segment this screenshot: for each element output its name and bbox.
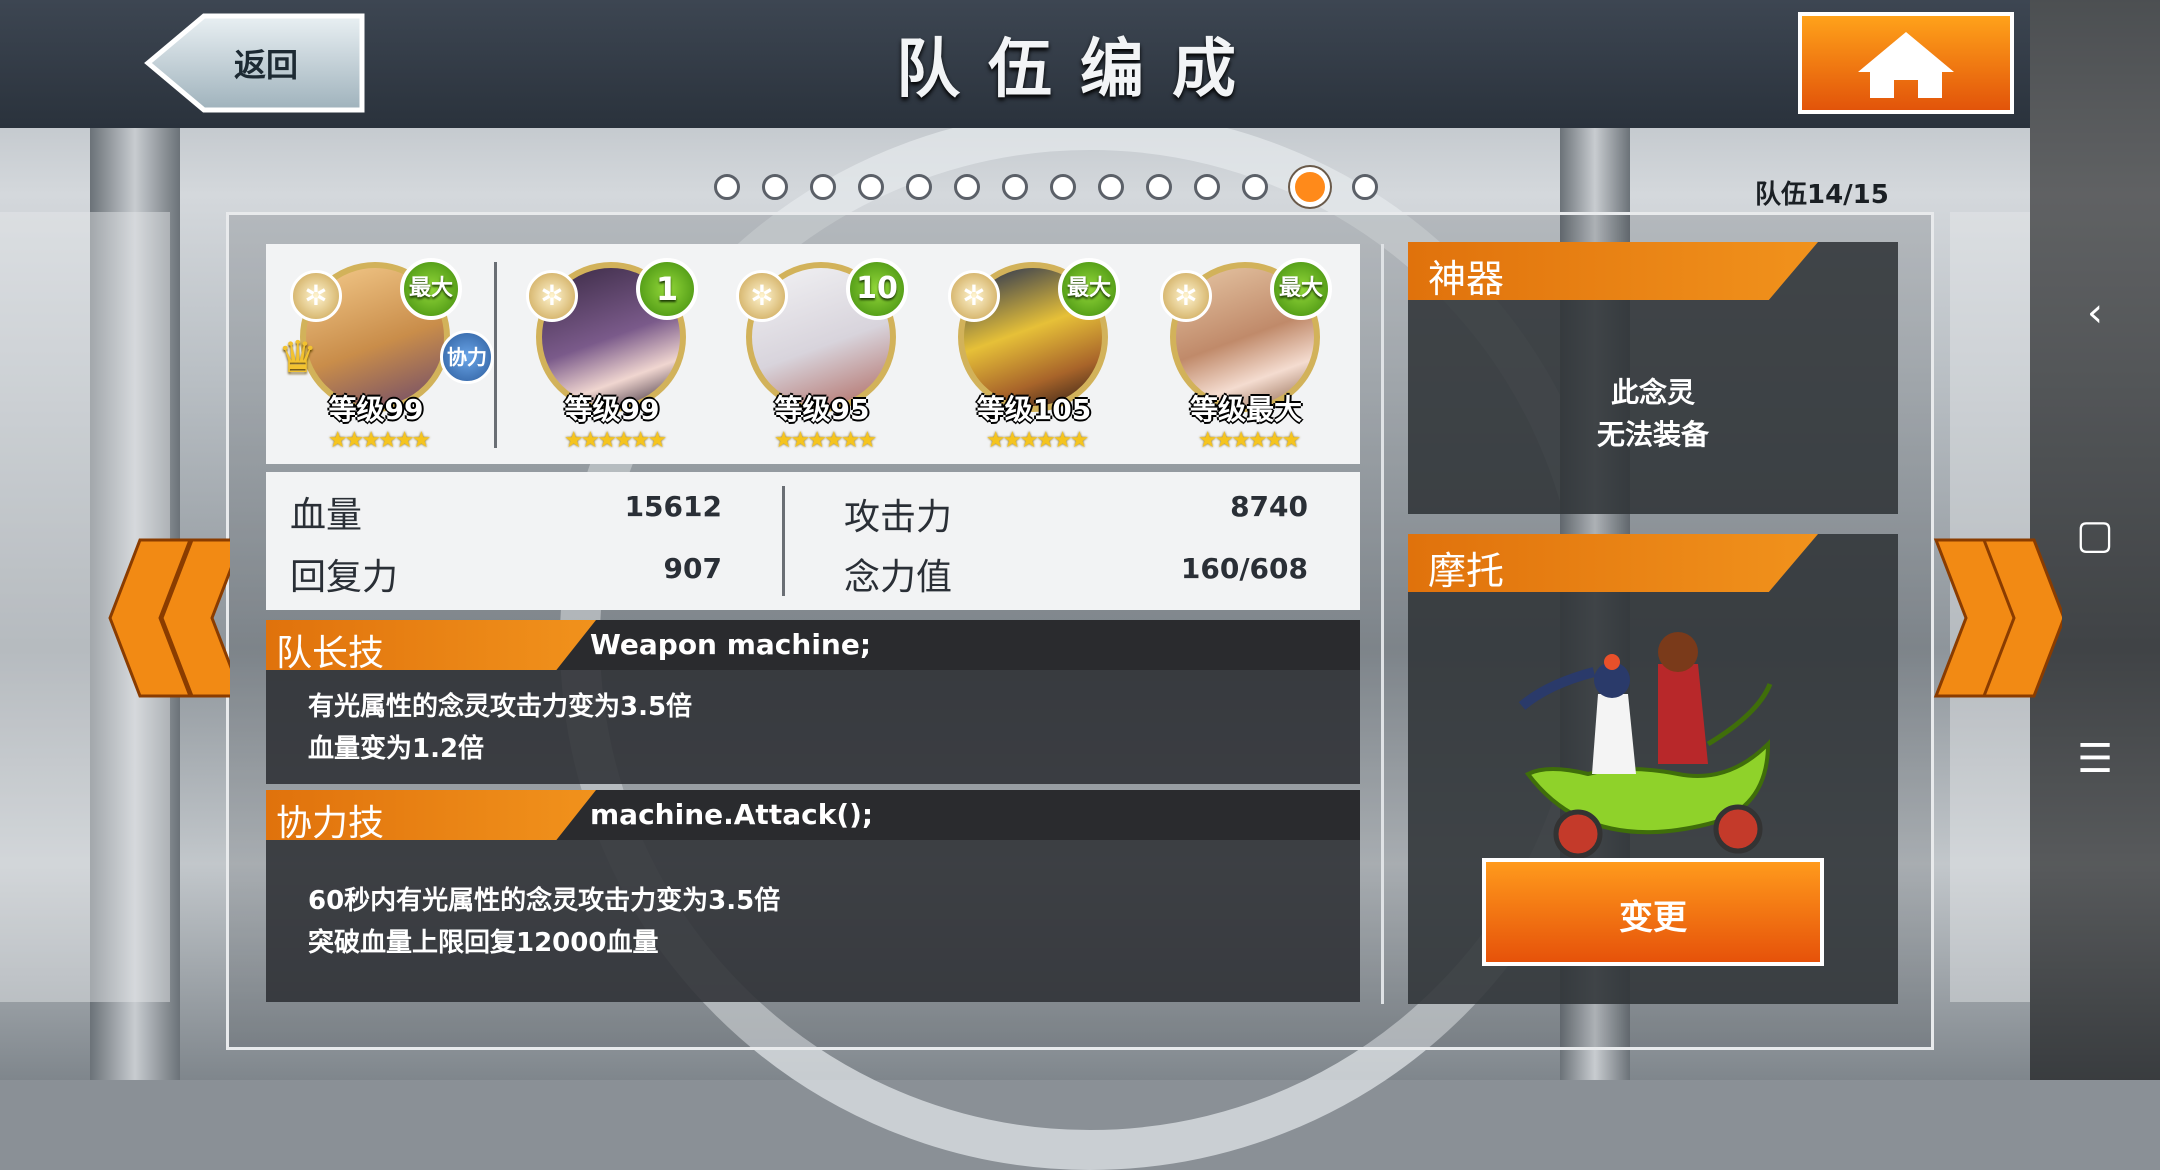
coop-skill-desc-1: 60秒内有光属性的念灵攻击力变为3.5倍 bbox=[308, 886, 781, 916]
next-team-arrow[interactable] bbox=[1932, 536, 2062, 700]
leader-divider bbox=[494, 262, 497, 448]
attribute-icon: ✲ bbox=[1160, 270, 1212, 322]
recovery-value: 907 bbox=[663, 552, 722, 585]
skill-tag: 队长技 bbox=[266, 620, 596, 670]
page-dot[interactable] bbox=[1098, 174, 1124, 200]
artifact-msg-line2: 无法装备 bbox=[1596, 418, 1709, 451]
page-dot[interactable] bbox=[906, 174, 932, 200]
nav-back-icon[interactable]: ‹ bbox=[2030, 290, 2160, 336]
back-label: 返回 bbox=[234, 46, 299, 84]
page-dot[interactable] bbox=[954, 174, 980, 200]
team-page-dots bbox=[714, 167, 1378, 207]
motorcycle-illustration bbox=[1518, 632, 1773, 859]
attack-value: 8740 bbox=[1230, 490, 1308, 523]
page-dot[interactable] bbox=[1194, 174, 1220, 200]
change-label: 变更 bbox=[1619, 898, 1687, 938]
attribute-icon: ✲ bbox=[526, 270, 578, 322]
skill-header: 队长技 Weapon machine; bbox=[266, 620, 1360, 670]
panel-divider bbox=[1381, 244, 1384, 1004]
artifact-title: 神器 bbox=[1428, 257, 1505, 301]
hp-label: 血量 bbox=[290, 495, 363, 536]
attribute-icon: ✲ bbox=[290, 270, 342, 322]
member-level: 等级99 bbox=[328, 393, 424, 426]
leader-skill-box: 队长技 Weapon machine; 有光属性的念灵攻击力变为3.5倍 血量变… bbox=[266, 620, 1360, 784]
member-level: 等级最大 bbox=[1189, 393, 1302, 426]
skill-header: 协力技 machine.Attack(); bbox=[266, 790, 1360, 840]
member-slot-1[interactable]: ♛ ✲ 最大 协力 等级99 ★★★★★★ bbox=[278, 252, 494, 453]
team-members: ♛ ✲ 最大 协力 等级99 ★★★★★★ ✲ 1 等级99 ★★★★★★ ✲ … bbox=[266, 244, 1360, 464]
back-button[interactable]: 返回 bbox=[144, 12, 366, 114]
page-dot[interactable] bbox=[858, 174, 884, 200]
prev-team-arrow[interactable] bbox=[100, 536, 230, 700]
mind-label: 念力值 bbox=[844, 557, 953, 598]
member-level: 等级99 bbox=[564, 393, 660, 426]
coop-badge: 协力 bbox=[440, 330, 494, 384]
page-dot-active[interactable] bbox=[1290, 167, 1330, 207]
page-dot[interactable] bbox=[714, 174, 740, 200]
leader-skill-name: Weapon machine; bbox=[590, 628, 872, 661]
member-stars: ★★★★★★ bbox=[563, 428, 667, 453]
level-badge: 最大 bbox=[1058, 258, 1120, 320]
skill-tag: 协力技 bbox=[266, 790, 596, 840]
recovery-label: 回复力 bbox=[290, 557, 399, 598]
page-dot[interactable] bbox=[762, 174, 788, 200]
level-badge: 最大 bbox=[400, 258, 462, 320]
stats-divider bbox=[782, 486, 785, 596]
attribute-icon: ✲ bbox=[948, 270, 1000, 322]
moto-header: 摩托 bbox=[1408, 534, 1818, 592]
team-stats: 血量 15612 回复力 907 攻击力 8740 念力值 160/608 bbox=[266, 472, 1360, 610]
leader-skill-tag: 队长技 bbox=[276, 633, 385, 674]
member-slot-2[interactable]: ✲ 1 等级99 ★★★★★★ bbox=[526, 252, 698, 453]
moto-title: 摩托 bbox=[1428, 549, 1505, 593]
moto-box: 摩托 变更 bbox=[1408, 534, 1898, 1004]
member-level: 等级95 bbox=[774, 393, 870, 426]
nav-menu-icon[interactable]: ☰ bbox=[2030, 736, 2160, 782]
level-badge: 1 bbox=[636, 258, 698, 320]
member-slot-5[interactable]: ✲ 最大 等级最大 ★★★★★★ bbox=[1160, 252, 1332, 453]
member-slot-3[interactable]: ✲ 10 等级95 ★★★★★★ bbox=[736, 252, 908, 453]
change-moto-button[interactable]: 变更 bbox=[1482, 858, 1824, 966]
leader-skill-desc-2: 血量变为1.2倍 bbox=[308, 734, 485, 764]
page-dot[interactable] bbox=[810, 174, 836, 200]
artifact-msg-line1: 此念灵 bbox=[1610, 376, 1695, 409]
member-stars: ★★★★★★ bbox=[773, 428, 877, 453]
leader-crown-icon: ♛ bbox=[278, 332, 318, 383]
page-dot[interactable] bbox=[1002, 174, 1028, 200]
member-level: 等级105 bbox=[976, 393, 1092, 426]
artifact-message: 此念灵 无法装备 bbox=[1408, 372, 1898, 456]
attack-label: 攻击力 bbox=[844, 497, 953, 538]
page-dot[interactable] bbox=[1146, 174, 1172, 200]
level-badge: 10 bbox=[846, 258, 908, 320]
attribute-icon: ✲ bbox=[736, 270, 788, 322]
artifact-box[interactable]: 神器 此念灵 无法装备 bbox=[1408, 242, 1898, 514]
page-dot[interactable] bbox=[1050, 174, 1076, 200]
page-dot[interactable] bbox=[1242, 174, 1268, 200]
mind-value: 160/608 bbox=[1180, 552, 1308, 585]
home-button[interactable] bbox=[1798, 12, 2014, 114]
coop-skill-box: 协力技 machine.Attack(); 60秒内有光属性的念灵攻击力变为3.… bbox=[266, 790, 1360, 1002]
leader-skill-desc-1: 有光属性的念灵攻击力变为3.5倍 bbox=[308, 692, 693, 722]
member-slot-4[interactable]: ✲ 最大 等级105 ★★★★★★ bbox=[948, 252, 1120, 453]
coop-skill-desc-2: 突破血量上限回复12000血量 bbox=[308, 928, 659, 958]
hp-value: 15612 bbox=[624, 490, 722, 523]
member-stars: ★★★★★★ bbox=[985, 428, 1089, 453]
team-count: 队伍14/15 bbox=[1755, 180, 1889, 210]
artifact-header: 神器 bbox=[1408, 242, 1818, 300]
member-stars: ★★★★★★ bbox=[327, 428, 431, 453]
home-icon bbox=[1858, 32, 1954, 98]
coop-skill-name: machine.Attack(); bbox=[590, 798, 874, 831]
coop-skill-tag: 协力技 bbox=[276, 803, 385, 844]
member-stars: ★★★★★★ bbox=[1197, 428, 1301, 453]
level-badge: 最大 bbox=[1270, 258, 1332, 320]
page-dot[interactable] bbox=[1352, 174, 1378, 200]
